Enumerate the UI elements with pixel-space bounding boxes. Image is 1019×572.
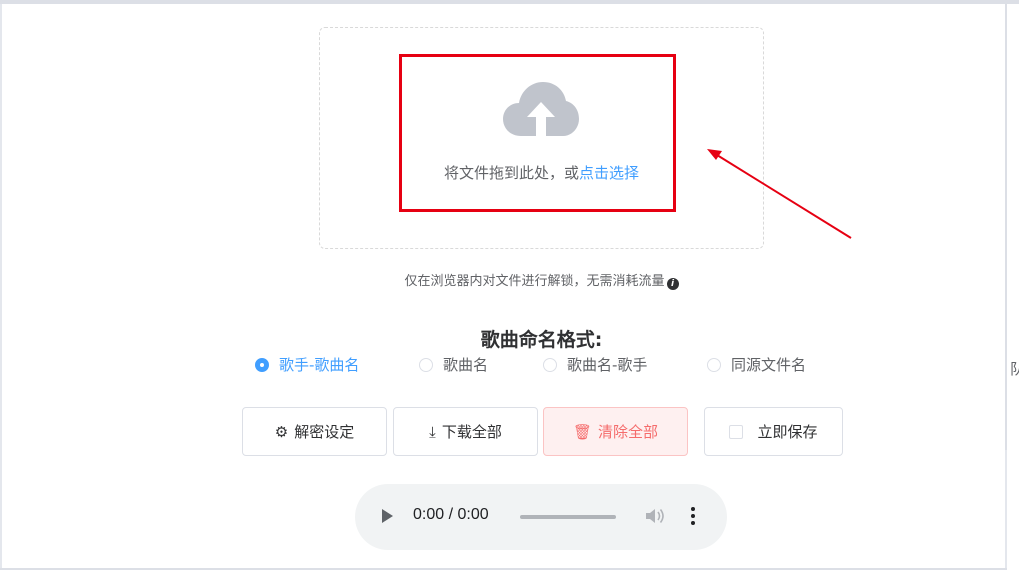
info-icon[interactable]: i (666, 278, 679, 290)
download-icon: ⤓ (429, 422, 436, 441)
radio-indicator-checked[interactable] (255, 357, 269, 372)
select-file-link[interactable]: 点击选择 (579, 164, 639, 182)
radio-title[interactable]: 歌曲名 (419, 354, 488, 375)
window-right-border (1005, 4, 1007, 450)
audio-time: 0:00 / 0:00 (413, 506, 489, 523)
radio-label: 同源文件名 (731, 356, 807, 374)
window-bottom-border (0, 568, 1007, 570)
upload-dropzone[interactable] (319, 27, 764, 249)
window-top-border (0, 0, 1019, 4)
cloud-upload-icon (503, 82, 579, 136)
tip-text: 仅在浏览器内对文件进行解锁，无需消耗流量 (404, 274, 665, 289)
more-options-icon[interactable] (689, 505, 697, 529)
radio-artist-title[interactable]: 歌手-歌曲名 (255, 354, 359, 375)
radio-label: 歌曲名 (443, 356, 489, 374)
play-icon[interactable] (382, 509, 393, 523)
window-left-border (0, 4, 2, 568)
volume-icon[interactable] (645, 506, 667, 526)
radio-label: 歌曲名-歌手 (567, 356, 648, 374)
decrypt-settings-button[interactable]: ⚙ 解密设定 (242, 407, 387, 456)
save-now-checkbox[interactable] (729, 424, 744, 439)
clear-all-label: 清除全部 (598, 423, 659, 441)
naming-format-radio-group: 歌手-歌曲名 歌曲名 歌曲名-歌手 同源文件名 (0, 354, 1019, 378)
upload-prompt: 将文件拖到此处，或点击选择 (319, 162, 764, 183)
save-now-toggle[interactable]: 立即保存 (704, 407, 843, 456)
clear-all-button[interactable]: 🗑 清除全部 (543, 407, 688, 456)
radio-indicator[interactable] (707, 357, 721, 372)
download-all-label: 下载全部 (441, 423, 502, 441)
local-unlock-tip: 仅在浏览器内对文件进行解锁，无需消耗流量 i (319, 270, 764, 290)
upload-prompt-text: 将文件拖到此处，或 (443, 164, 579, 182)
window-right-border-lower (1005, 450, 1007, 568)
radio-indicator[interactable] (543, 357, 557, 372)
download-all-button[interactable]: ⤓ 下载全部 (393, 407, 538, 456)
audio-player: 0:00 / 0:00 (355, 484, 727, 550)
radio-source-filename[interactable]: 同源文件名 (707, 354, 806, 375)
radio-title-artist[interactable]: 歌曲名-歌手 (543, 354, 647, 375)
trash-icon: 🗑 (572, 422, 593, 441)
naming-format-title: 歌曲命名格式: (480, 329, 603, 351)
decrypt-settings-label: 解密设定 (294, 423, 355, 441)
radio-indicator[interactable] (419, 357, 433, 372)
save-now-label: 立即保存 (757, 423, 818, 441)
gear-icon: ⚙ (274, 422, 289, 441)
radio-label: 歌手-歌曲名 (279, 356, 360, 374)
audio-progress-track[interactable] (520, 515, 616, 519)
